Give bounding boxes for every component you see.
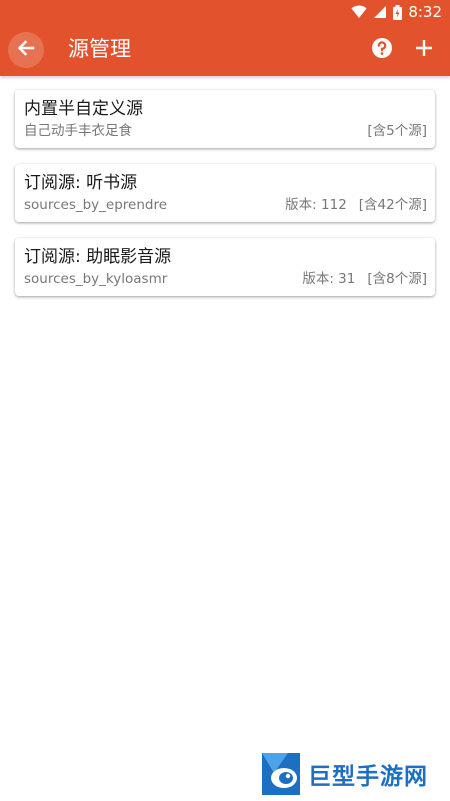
source-count: [含5个源] (367, 123, 427, 139)
status-bar: 8:32 (0, 0, 450, 24)
watermark-logo-icon (258, 751, 304, 797)
source-count: [含42个源] (358, 197, 427, 213)
help-button[interactable] (370, 38, 394, 62)
source-card-audiobook[interactable]: 订阅源: 听书源 sources_by_eprendre 版本: 112 [含4… (15, 164, 435, 222)
source-subtitle: sources_by_eprendre (24, 197, 168, 213)
signal-icon (373, 5, 387, 19)
source-list: 内置半自定义源 自己动手丰衣足食 [含5个源] 订阅源: 听书源 sources… (15, 90, 435, 312)
source-meta: [含5个源] (367, 122, 427, 140)
arrow-left-icon (16, 38, 36, 62)
source-title: 订阅源: 助眠影音源 (24, 247, 172, 267)
status-time: 8:32 (408, 3, 442, 21)
watermark-text: 巨型手游网 (308, 764, 428, 790)
source-subtitle: 自己动手丰衣足食 (24, 123, 132, 139)
app-toolbar: 源管理 (0, 24, 450, 76)
plus-icon (415, 39, 433, 61)
source-card-builtin[interactable]: 内置半自定义源 自己动手丰衣足食 [含5个源] (15, 90, 435, 148)
battery-icon (393, 4, 403, 20)
back-button[interactable] (8, 32, 44, 68)
source-meta: 版本: 31 [含8个源] (302, 270, 427, 288)
source-version: 版本: 31 (302, 271, 356, 287)
source-card-sleep-media[interactable]: 订阅源: 助眠影音源 sources_by_kyloasmr 版本: 31 [含… (15, 238, 435, 296)
source-title: 订阅源: 听书源 (24, 173, 138, 193)
source-title: 内置半自定义源 (24, 99, 143, 119)
source-count: [含8个源] (367, 271, 427, 287)
page-title: 源管理 (68, 37, 131, 61)
wifi-icon (351, 5, 367, 19)
status-icons: 8:32 (351, 2, 442, 22)
watermark: 巨型手游网 (258, 750, 448, 798)
help-circle-icon (371, 37, 393, 63)
add-source-button[interactable] (410, 36, 438, 64)
source-meta: 版本: 112 [含42个源] (285, 196, 427, 214)
source-subtitle: sources_by_kyloasmr (24, 271, 168, 287)
source-version: 版本: 112 (285, 197, 347, 213)
